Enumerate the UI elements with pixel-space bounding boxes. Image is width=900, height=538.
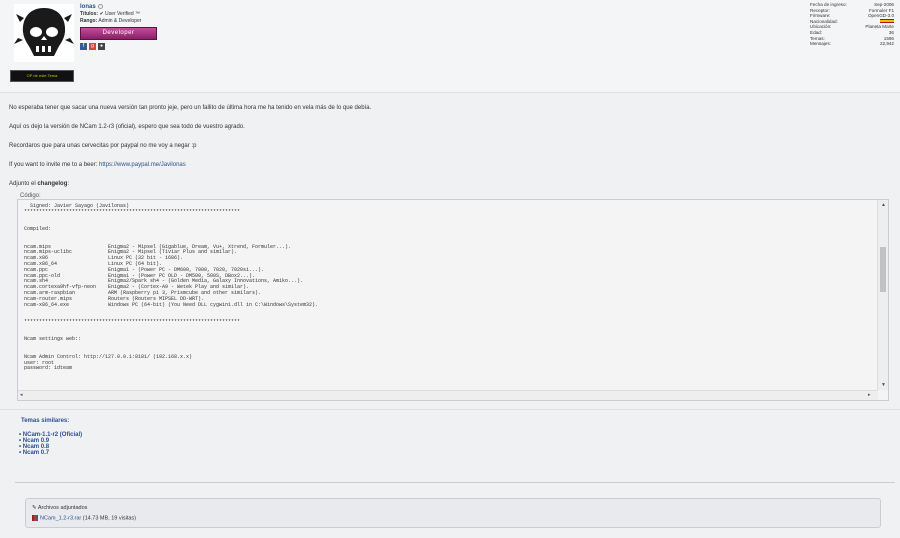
username-link[interactable]: lonas: [80, 4, 96, 10]
rar-file-icon: [32, 515, 38, 521]
user-stats: Fecha de ingreso: Sep-2006 Receptor: Formu…: [810, 2, 894, 47]
post-body: No esperaba tener que sacar una nueva ve…: [9, 104, 889, 199]
post-paragraph: Aquí os dejo la versión de NCam 1.2-r3 (…: [9, 124, 245, 130]
similar-topic-link[interactable]: Ncam 0.7: [19, 450, 895, 456]
attachment-item: NCam_1.2-r3.rar (14.73 MB, 19 visitas): [32, 515, 136, 521]
post-header: lonas Títulos: ✔ User Verified ™ Rango: …: [0, 0, 900, 93]
attachments-title: ✎ Archivos adjuntados: [32, 505, 88, 511]
scrollbar-thumb[interactable]: [880, 247, 886, 292]
scroll-up-icon[interactable]: ▲: [881, 202, 886, 208]
profile-icon[interactable]: ●: [98, 43, 105, 50]
scroll-right-icon[interactable]: ▸: [868, 392, 871, 398]
horizontal-scrollbar[interactable]: ◂ ▸: [18, 390, 878, 400]
titles-label: Títulos:: [80, 11, 99, 17]
spain-flag-icon: [880, 18, 894, 23]
similar-topics-title: Temas similares:: [21, 418, 70, 424]
attachments-box: ✎ Archivos adjuntados NCam_1.2-r3.rar (1…: [25, 498, 881, 528]
vertical-scrollbar[interactable]: ▲ ▼: [877, 200, 888, 390]
paperclip-icon: ✎: [32, 505, 37, 511]
attachment-meta: (14.73 MB, 19 visitas): [81, 515, 136, 522]
post-paragraph: Recordaros que para unas cervecitas por …: [9, 143, 197, 149]
similar-topics: Temas similares: NCam-1.1-r2 (Oficial) N…: [15, 418, 895, 483]
social-links: f g ●: [80, 43, 157, 50]
paypal-link[interactable]: https://www.paypal.me/Javilonas: [99, 162, 186, 168]
titles-value: ✔ User Verified ™: [99, 11, 141, 17]
post-paragraph: Adjunto el changelog:: [9, 181, 70, 187]
google-plus-icon[interactable]: g: [89, 43, 96, 50]
user-info: lonas Títulos: ✔ User Verified ™ Rango: …: [80, 4, 157, 50]
code-content: Signed: Javier Sayago (Javilonas) ******…: [24, 203, 319, 372]
scroll-left-icon[interactable]: ◂: [20, 392, 23, 398]
scroll-down-icon[interactable]: ▼: [881, 382, 886, 388]
code-block[interactable]: Signed: Javier Sayago (Javilonas) ******…: [17, 199, 889, 401]
online-status-icon: [97, 4, 103, 10]
avatar[interactable]: [14, 4, 74, 62]
developer-badge: Developer: [80, 27, 157, 40]
facebook-icon[interactable]: f: [80, 43, 87, 50]
rank-value: Admin & Developer: [98, 18, 142, 24]
attachment-link[interactable]: NCam_1.2-r3.rar: [40, 515, 81, 521]
rank-label: Rango:: [80, 18, 98, 24]
post-paragraph: No esperaba tener que sacar una nueva ve…: [9, 105, 372, 111]
post-paragraph: If you want to invite me to a beer: http…: [9, 162, 186, 168]
divider: [0, 409, 900, 410]
stat-posts: Mensajes: 22,942: [810, 41, 894, 47]
topic-op-badge: OP de este Tema: [10, 70, 74, 82]
